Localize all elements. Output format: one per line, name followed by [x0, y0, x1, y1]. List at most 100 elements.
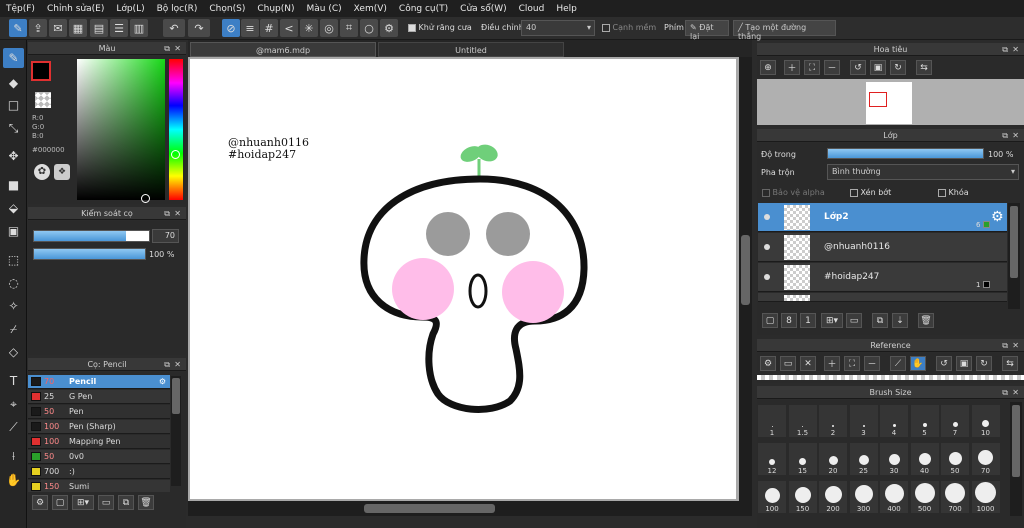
brush-mode-icon[interactable]: ✎ — [9, 19, 27, 37]
divide-tool-icon[interactable]: ⌖ — [3, 394, 24, 414]
duplicate-icon[interactable]: ⧉ — [118, 495, 134, 510]
snap-settings-icon[interactable]: ⚙ — [380, 19, 398, 37]
protect-alpha-checkbox[interactable]: Bảo vệ alpha — [762, 188, 825, 197]
brush-size-cell[interactable]: 10 — [970, 404, 1001, 438]
snap-circle-icon[interactable]: ○ — [360, 19, 378, 37]
float-icon[interactable]: ⧉ — [164, 207, 170, 220]
reference-fit-icon[interactable]: ⛶ — [844, 356, 860, 371]
add-brush-icon[interactable]: ⊞▾ — [72, 495, 94, 510]
undo-icon[interactable]: ↶ — [163, 19, 185, 37]
layer-row[interactable]: Lớp2 6 ⚙ — [758, 203, 1007, 232]
brush-size-scrollbar[interactable] — [1010, 402, 1022, 516]
brush-size-slider[interactable] — [33, 230, 150, 242]
brush-size-cell[interactable]: 5 — [909, 404, 940, 438]
blend-mode-dropdown[interactable]: Bình thường ▾ — [827, 164, 1019, 180]
lock-checkbox[interactable]: Khóa — [938, 188, 969, 197]
rotate-left-icon[interactable]: ↺ — [850, 60, 866, 75]
scroll-thumb[interactable] — [172, 378, 180, 414]
brush-settings-gear-icon[interactable]: ⚙ — [159, 377, 166, 386]
brush-item[interactable]: 25 G Pen — [28, 390, 170, 404]
brush-size-cell[interactable]: 400 — [879, 480, 909, 514]
brush-size-cell[interactable]: 1.5 — [787, 404, 818, 438]
list-icon[interactable]: ☰ — [110, 19, 128, 37]
layer-folder-icon[interactable]: ▭ — [846, 313, 862, 328]
brush-item[interactable]: 100 Mapping Pen — [28, 435, 170, 449]
snap-parallel-icon[interactable]: ≡ — [241, 19, 259, 37]
export-icon[interactable]: ⇪ — [29, 19, 47, 37]
brush-size-cell[interactable]: 1000 — [970, 480, 1001, 514]
brush-item[interactable]: 50 0v0 — [28, 450, 170, 464]
visibility-icon[interactable] — [764, 274, 770, 280]
hue-cursor[interactable] — [171, 150, 180, 159]
float-icon[interactable]: ⧉ — [164, 42, 170, 55]
merge-layer-icon[interactable]: ⇣ — [892, 313, 908, 328]
horizontal-scroll-thumb[interactable] — [364, 504, 495, 513]
snap-off-icon[interactable]: ⊘ — [222, 19, 240, 37]
brush-size-cell[interactable]: 300 — [848, 480, 879, 514]
brush-size-cell[interactable]: 50 — [940, 442, 970, 476]
delete-layer-icon[interactable]: 🗑 — [918, 313, 934, 328]
menu-item-9[interactable]: Cửa sổ(W) — [454, 4, 512, 14]
brush-item[interactable]: 700:) — [28, 465, 170, 479]
magic-wand-tool-icon[interactable]: ✧ — [3, 296, 24, 316]
menu-item-11[interactable]: Help — [550, 4, 583, 14]
float-icon[interactable]: ⧉ — [1002, 339, 1008, 352]
brush-item[interactable]: 100 Pen (Sharp) — [28, 420, 170, 434]
menu-item-8[interactable]: Công cụ(T) — [393, 4, 454, 14]
eyedropper-tool-icon[interactable]: ⟋ — [3, 417, 24, 437]
brush-size-cell[interactable]: 700 — [940, 480, 970, 514]
rotate-right-icon[interactable]: ↻ — [890, 60, 906, 75]
hue-slider[interactable] — [169, 59, 183, 200]
reference-zoom-in-icon[interactable]: ＋ — [824, 356, 840, 371]
menu-item-3[interactable]: Bộ lọc(R) — [151, 4, 204, 14]
color-picker-cursor[interactable] — [141, 194, 150, 203]
brush-size-cell[interactable]: 3 — [848, 404, 879, 438]
menu-item-6[interactable]: Màu (C) — [301, 4, 348, 14]
reset-view-icon[interactable]: ▣ — [870, 60, 886, 75]
layer-row[interactable]: Lớp1 — [758, 293, 1007, 302]
reference-close-icon[interactable]: ✕ — [800, 356, 816, 371]
snap-grid-icon[interactable]: # — [260, 19, 278, 37]
new-brush-icon[interactable]: ▢ — [52, 495, 68, 510]
navigator-preview[interactable] — [757, 79, 1024, 125]
clipping-checkbox[interactable]: Xén bớt — [850, 188, 891, 197]
visibility-icon[interactable] — [764, 214, 770, 220]
menu-item-7[interactable]: Xem(V) — [348, 4, 393, 14]
drawing-canvas[interactable]: @nhuanh0116 #hoidap247 — [190, 59, 736, 499]
brush-size-cell[interactable]: 7 — [940, 404, 970, 438]
zoom-in-icon[interactable]: ＋ — [784, 60, 800, 75]
fit-window-icon[interactable]: ⛶ — [804, 60, 820, 75]
brush-size-cell[interactable]: 15 — [787, 442, 818, 476]
layer-row[interactable]: #hoidap247 1 — [758, 263, 1007, 292]
brush-list-scrollbar[interactable] — [171, 376, 181, 486]
settings-icon[interactable]: ▥ — [130, 19, 148, 37]
reference-eyedropper-icon[interactable]: ⟋ — [890, 356, 906, 371]
snap-curve-icon[interactable]: ⌗ — [340, 19, 358, 37]
menu-item-5[interactable]: Chụp(N) — [251, 4, 300, 14]
float-icon[interactable]: ⧉ — [1002, 129, 1008, 142]
layer-settings-gear-icon[interactable]: ⚙ — [991, 209, 1004, 225]
reference-image-strip[interactable] — [757, 375, 1024, 380]
new-layer-icon[interactable]: ▢ — [762, 313, 778, 328]
brush-tool-icon[interactable]: ✎ — [3, 48, 24, 68]
brush-size-cell[interactable]: 1 — [757, 404, 787, 438]
correction-dropdown[interactable]: 40 ▾ — [521, 20, 595, 36]
flip-icon[interactable]: ⇆ — [916, 60, 932, 75]
select-rect-tool-icon[interactable]: □ — [3, 95, 24, 115]
brush-size-scroll-thumb[interactable] — [1012, 405, 1020, 477]
reference-settings-icon[interactable]: ⚙ — [760, 356, 776, 371]
layer-scroll-thumb[interactable] — [1010, 206, 1018, 278]
grid-icon[interactable]: ▤ — [90, 19, 108, 37]
fill-tool-icon[interactable]: ⬙ — [3, 198, 24, 218]
antialias-checkbox[interactable]: Khử răng cưa — [408, 23, 472, 32]
eraser-tool-icon[interactable]: ◆ — [3, 73, 24, 93]
select-eraser-tool-icon[interactable]: ◇ — [3, 342, 24, 362]
vertical-scroll-thumb[interactable] — [741, 235, 750, 305]
snap-concentric-icon[interactable]: ◎ — [320, 19, 338, 37]
zoom-fit-icon[interactable]: ⊕ — [760, 60, 776, 75]
float-icon[interactable]: ⧉ — [1002, 386, 1008, 399]
shape-tool-icon[interactable]: ■ — [3, 175, 24, 195]
straight-line-button[interactable]: ╱ Tạo một đường thẳng — [733, 20, 836, 41]
float-icon[interactable]: ⧉ — [1002, 43, 1008, 56]
reference-open-icon[interactable]: ▭ — [780, 356, 796, 371]
